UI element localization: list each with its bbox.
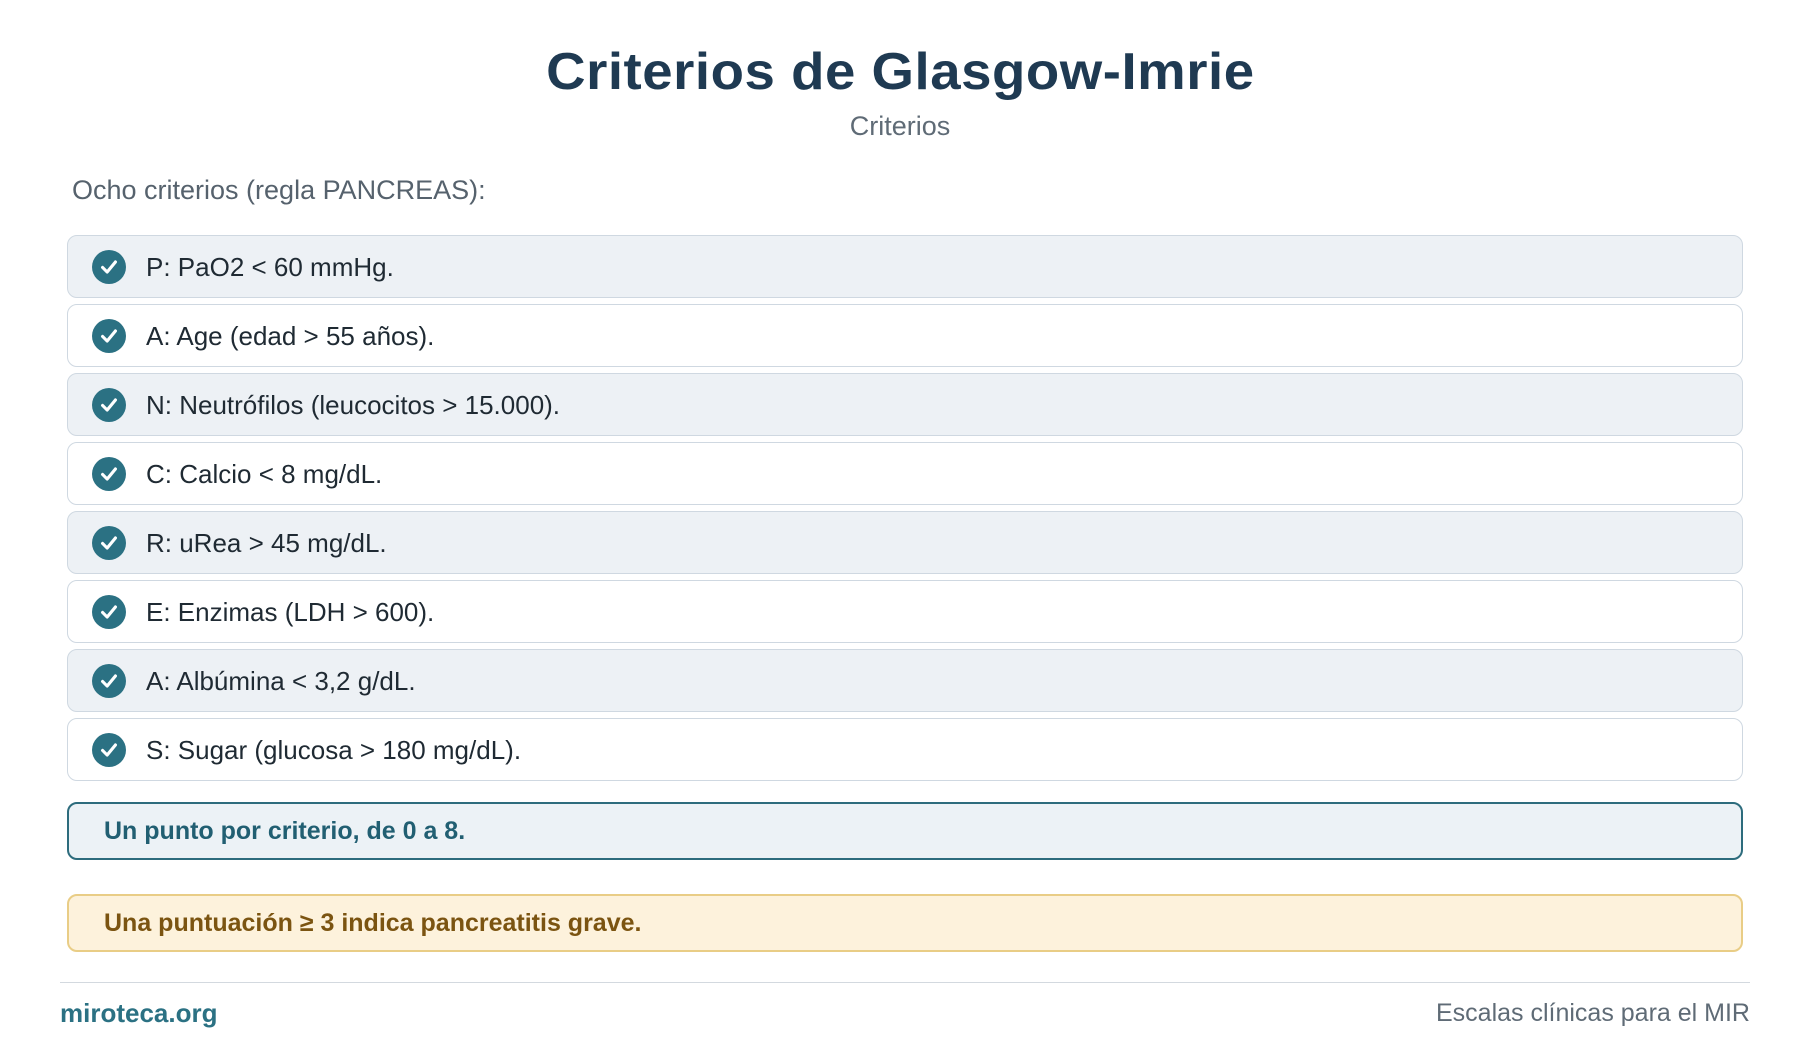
page-header: Criterios de Glasgow-Imrie Criterios [0,40,1800,144]
criteria-intro: Ocho criterios (regla PANCREAS): [72,175,486,205]
page-subtitle: Criterios [849,111,951,141]
check-circle-icon [92,525,126,560]
criterion-item: R: uRea > 45 mg/dL. [67,511,1743,574]
footer-divider [60,982,1750,983]
criterion-item: A: Age (edad > 55 años). [67,304,1743,367]
check-circle-icon [92,456,126,491]
criterion-text: C: Calcio < 8 mg/dL. [146,458,383,489]
criterion-item: A: Albúmina < 3,2 g/dL. [67,649,1743,712]
criterion-text: A: Age (edad > 55 años). [146,320,435,351]
criterion-item: P: PaO2 < 60 mmHg. [67,235,1743,298]
criteria-list: P: PaO2 < 60 mmHg. A: Age (edad > 55 año… [67,235,1743,787]
check-circle-icon [92,594,126,629]
criterion-text: N: Neutrófilos (leucocitos > 15.000). [146,389,561,420]
criterion-item: N: Neutrófilos (leucocitos > 15.000). [67,373,1743,436]
criterion-text: E: Enzimas (LDH > 600). [146,596,435,627]
criterion-text: A: Albúmina < 3,2 g/dL. [146,665,416,696]
criterion-item: S: Sugar (glucosa > 180 mg/dL). [67,718,1743,781]
criterion-item: C: Calcio < 8 mg/dL. [67,442,1743,505]
footer-brand-link[interactable]: miroteca.org [60,997,218,1029]
check-circle-icon [92,387,126,422]
check-circle-icon [92,663,126,698]
check-circle-icon [92,249,126,284]
criterion-text: R: uRea > 45 mg/dL. [146,527,387,558]
criterion-item: E: Enzimas (LDH > 600). [67,580,1743,643]
footer-tagline: Escalas clínicas para el MIR [1435,999,1750,1027]
scoring-note: Un punto por criterio, de 0 a 8. [67,802,1743,860]
page-title: Criterios de Glasgow-Imrie [545,43,1255,101]
check-circle-icon [92,318,126,353]
interpretation-note: Una puntuación ≥ 3 indica pancreatitis g… [67,894,1743,952]
criterion-text: S: Sugar (glucosa > 180 mg/dL). [146,734,522,765]
criterion-text: P: PaO2 < 60 mmHg. [146,251,394,282]
check-circle-icon [92,732,126,767]
